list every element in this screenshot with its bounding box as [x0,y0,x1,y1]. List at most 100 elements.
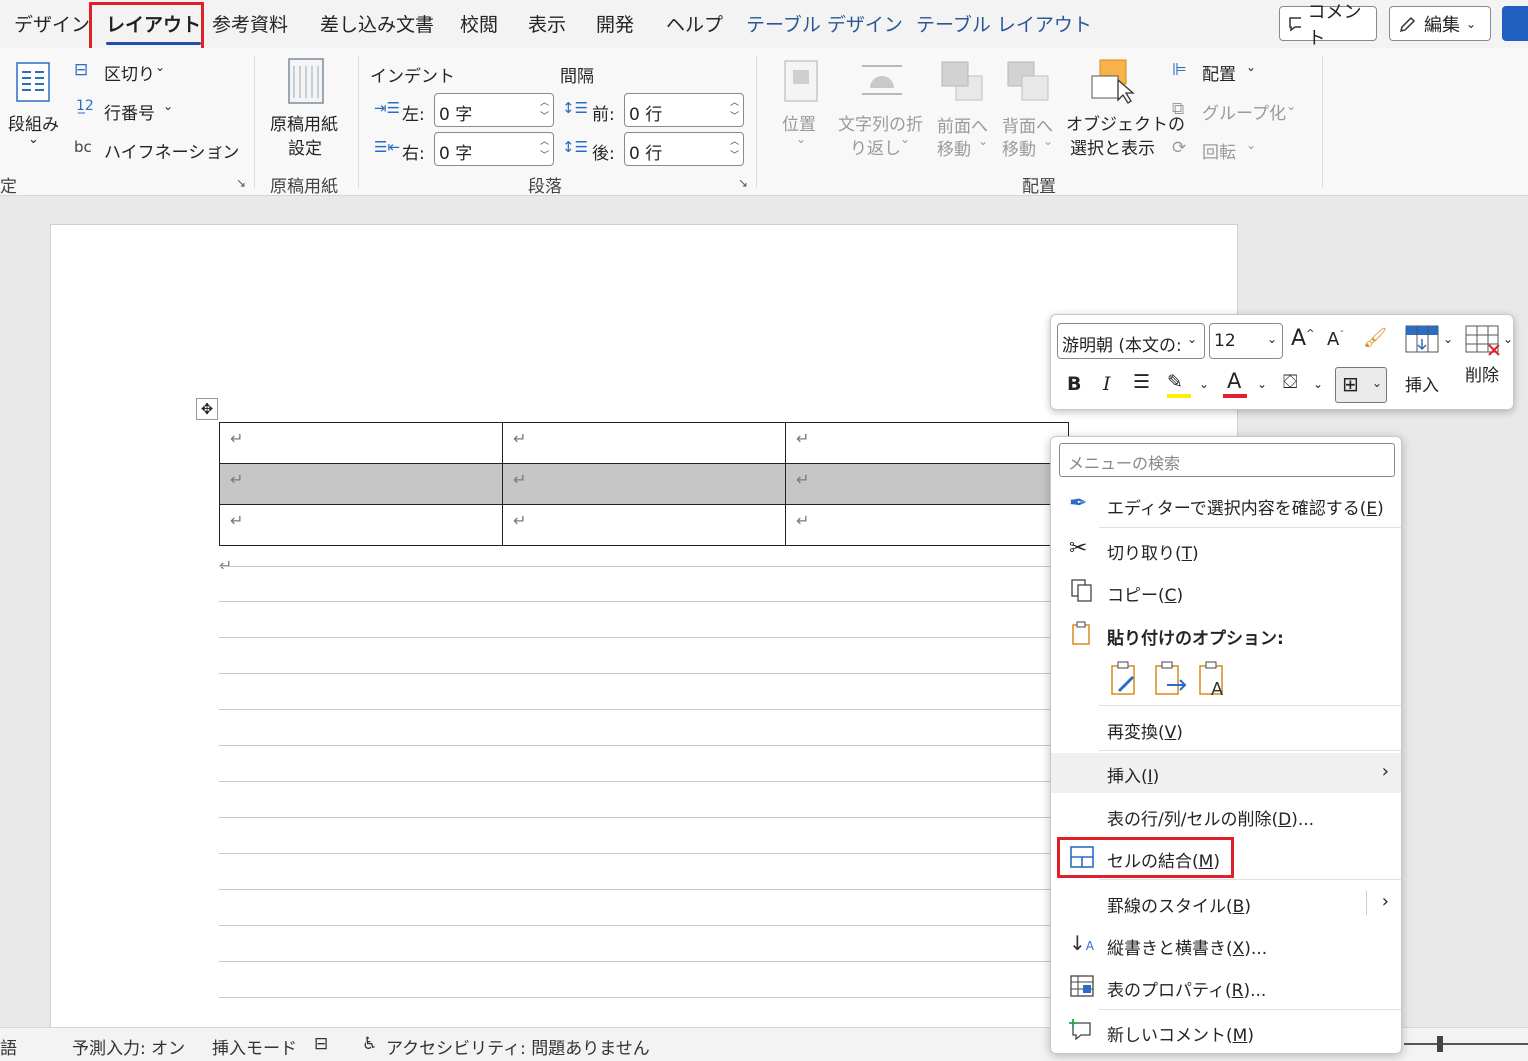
borders-button[interactable]: ⊞ ⌄ [1335,367,1387,403]
manuscript-grid-line [219,601,1059,602]
menu-item-delete-cells[interactable]: 表の行/列/セルの削除(D)... [1051,796,1401,836]
status-accessibility[interactable]: アクセシビリティ: 問題ありません [386,1034,650,1059]
chevron-down-icon[interactable]: ⌄ [1443,332,1453,346]
spacing-before-value: 0 行 [629,105,663,125]
menu-item-cut[interactable]: ✂ 切り取り(T) [1051,530,1401,570]
chevron-down-icon[interactable]: ⌄ [1199,377,1209,391]
spacing-before-input[interactable]: 0 行 ︿ ﹀ [624,93,744,127]
tab-table-design[interactable]: テーブル デザイン [746,10,903,37]
menu-item-table-properties[interactable]: 表のプロパティ(R)... [1051,967,1401,1007]
borders-icon: ⊞ [1342,372,1359,396]
shading-icon[interactable]: ⛋ [1283,371,1297,393]
font-color-icon[interactable]: A [1227,369,1241,393]
dialog-launcher-icon[interactable]: ↘ [236,176,246,190]
breaks-icon: ⊟ [74,60,89,80]
table-cell[interactable]: ↵ [785,504,1069,546]
menu-item-border-styles[interactable]: 罫線のスタイル(B) › [1051,883,1401,923]
menu-item-insert[interactable]: 挿入(I) › [1051,753,1401,793]
grow-font-icon[interactable]: A^ [1291,326,1314,351]
table-cell[interactable]: ↵ [502,422,786,464]
font-color-swatch [1223,394,1247,398]
ribbon-separator [254,56,255,188]
ribbon: 段組み ⌄ ⊟ 区切り ⌄ 1̲2 行番号 ⌄ bc ハイフネーション ⌄ 定 … [0,48,1528,197]
dialog-launcher-icon[interactable]: ↘ [738,176,748,190]
chevron-down-icon[interactable]: ⌄ [1503,332,1513,346]
font-name-select[interactable]: 游明朝 (本文の: [1057,323,1205,359]
table-cell[interactable]: ↵ [219,504,503,546]
center-align-icon[interactable]: ☰ [1133,371,1150,393]
shrink-font-icon[interactable]: Aˇ [1327,329,1344,350]
share-button[interactable] [1502,6,1528,41]
spin-arrows-icon[interactable]: ︿ ﹀ [540,96,549,124]
table-cell[interactable]: ↵ [219,463,503,505]
menu-item-reconvert[interactable]: 再変換(V) [1051,709,1401,749]
italic-button[interactable]: I [1103,373,1111,395]
chevron-right-icon[interactable]: › [1382,891,1389,912]
indent-right-input[interactable]: 0 字 ︿ ﹀ [434,132,554,166]
menu-item-text-direction[interactable]: ↓A 縦書きと横書き(X)... [1051,925,1401,965]
document-table[interactable]: ↵ ↵ ↵ ↵ ↵ ↵ ↵ ↵ ↵ [219,422,1069,546]
insert-button[interactable]: 挿入 [1405,371,1439,396]
menu-item-editor-review[interactable]: ✒ エディターで選択内容を確認する(E) [1051,485,1401,525]
tab-help[interactable]: ヘルプ [666,10,723,37]
page-setup-group-label: 定 [0,177,17,197]
table-cell[interactable]: ↵ [785,463,1069,505]
chevron-down-icon: ⌄ [1286,99,1297,113]
table-cell[interactable]: ↵ [502,463,786,505]
chevron-right-icon: › [1381,761,1389,782]
delete-button[interactable]: 削除 [1465,361,1499,386]
table-move-handle-icon[interactable]: ✥ [196,398,218,420]
selection-pane-button[interactable]: オブジェクトの [1066,110,1185,135]
edit-mode-button[interactable]: 編集 ⌄ [1389,6,1491,41]
format-painter-icon[interactable]: 🖌 [1363,326,1387,349]
menu-item-label: 挿入( [1107,767,1148,787]
wrap-text-button[interactable]: 文字列の折 [838,110,923,135]
menu-search-input[interactable]: メニューの検索 [1059,443,1395,477]
paste-keep-formatting-icon[interactable] [1109,661,1141,697]
menu-item-suffix: )... [1291,810,1315,830]
menu-item-accelerator: D [1278,810,1292,830]
tab-review[interactable]: 校閲 [460,10,498,37]
tab-design[interactable]: デザイン [14,10,90,37]
indent-right-value: 0 字 [439,144,473,164]
rotate-button[interactable]: 回転 [1202,138,1236,163]
table-cell[interactable]: ↵ [219,422,503,464]
bold-button[interactable]: B [1067,373,1081,395]
macro-record-icon[interactable]: ⊟ [314,1034,328,1054]
table-cell[interactable]: ↵ [502,504,786,546]
spin-arrows-icon[interactable]: ︿ ﹀ [540,135,549,163]
ribbon-separator [756,56,757,188]
paste-text-only-icon[interactable]: A [1197,661,1229,697]
menu-item-copy[interactable]: コピー(C) [1051,572,1401,612]
spin-arrows-icon[interactable]: ︿ ﹀ [730,96,739,124]
breaks-button[interactable]: 区切り [104,60,155,85]
status-predictive-input[interactable]: 予測入力: オン [72,1034,185,1059]
tab-references[interactable]: 参考資料 [212,10,288,37]
spacing-after-input[interactable]: 0 行 ︿ ﹀ [624,132,744,166]
zoom-slider[interactable] [1404,1043,1528,1045]
menu-item-new-comment[interactable]: 新しいコメント(M) [1051,1012,1401,1052]
highlighter-color-swatch [1167,394,1191,398]
paste-merge-formatting-icon[interactable] [1153,661,1189,697]
align-button[interactable]: 配置 [1202,60,1236,85]
paragraph-mark: ↵ [230,470,244,489]
manuscript-setup-button[interactable]: 原稿用紙 [270,110,338,135]
tab-developer[interactable]: 開発 [596,10,634,37]
chevron-down-icon[interactable]: ⌄ [1257,377,1267,391]
tab-view[interactable]: 表示 [528,10,566,37]
chevron-down-icon[interactable]: ⌄ [1313,377,1323,391]
chevron-down-icon: ⌄ [1246,60,1257,74]
indent-left-input[interactable]: 0 字 ︿ ﹀ [434,93,554,127]
spin-arrows-icon[interactable]: ︿ ﹀ [730,135,739,163]
tab-mailings[interactable]: 差し込み文書 [320,10,434,37]
status-insert-mode[interactable]: 挿入モード [212,1034,297,1059]
ribbon-tab-bar: デザイン レイアウト 参考資料 差し込み文書 校閲 表示 開発 ヘルプ テーブル… [0,0,1528,54]
tab-table-layout[interactable]: テーブル レイアウト [916,10,1092,37]
group-button[interactable]: グループ化 [1202,99,1286,124]
highlighter-icon[interactable]: ✎ [1167,371,1183,393]
zoom-slider-thumb[interactable] [1437,1036,1443,1052]
line-numbers-button[interactable]: 行番号 [104,99,155,124]
comment-button[interactable]: コメント [1279,2,1377,49]
table-cell[interactable]: ↵ [785,422,1069,464]
menu-item-accelerator: X [1232,939,1245,959]
